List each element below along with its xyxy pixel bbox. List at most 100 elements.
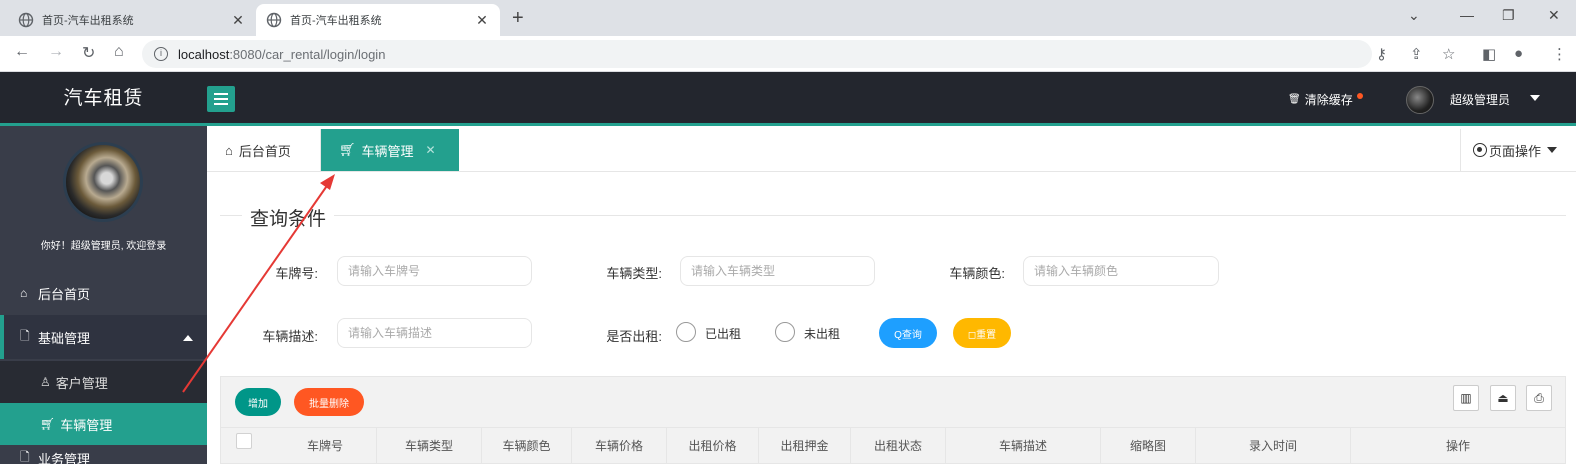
description-input[interactable]: 请输入车辆描述 — [337, 318, 532, 348]
home-icon[interactable]: ⌂ — [114, 43, 124, 61]
home-icon: ⌂ — [20, 286, 28, 300]
column-header[interactable]: 车辆描述 — [946, 428, 1101, 464]
column-header[interactable]: 出租价格 — [667, 428, 759, 464]
column-header[interactable]: 缩略图 — [1101, 428, 1196, 464]
app-header: 汽车租赁 🗑 清除缓存 超级管理员 — [0, 72, 1576, 126]
clear-cache-label: 清除缓存 — [1304, 93, 1353, 107]
type-input[interactable]: 请输入车辆类型 — [680, 256, 875, 286]
column-header[interactable]: 出租状态 — [851, 428, 946, 464]
close-icon[interactable]: ✕ — [474, 12, 490, 29]
caret-up-icon — [183, 335, 193, 341]
tab-vehicle-management[interactable]: 🛒︎ 车辆管理 ✕ — [321, 129, 459, 171]
cart-icon: 🛒︎ — [40, 417, 56, 431]
caret-down-icon[interactable] — [1530, 95, 1540, 101]
add-button[interactable]: 增加 — [235, 388, 281, 416]
column-header[interactable]: 录入时间 — [1196, 428, 1351, 464]
select-all-checkbox[interactable] — [236, 433, 252, 449]
rented-no-radio[interactable] — [775, 322, 795, 342]
sidebar-toggle-icon[interactable] — [207, 86, 235, 112]
column-header[interactable]: 出租押金 — [759, 428, 851, 464]
sidebar-item-basic-management[interactable]: 🗋 基础管理 — [0, 315, 207, 359]
cart-icon: 🛒︎ — [339, 142, 356, 157]
new-tab-icon[interactable]: + — [512, 7, 524, 30]
address-bar: ← → ↻ ⌂ i localhost:8080/car_rental/logi… — [0, 36, 1576, 72]
welcome-text: 你好！超级管理员, 欢迎登录 — [40, 241, 167, 252]
sidebar-item-customer[interactable]: ♙ 客户管理 — [0, 361, 207, 403]
column-header[interactable]: 车辆价格 — [572, 428, 667, 464]
avatar[interactable] — [1406, 86, 1434, 114]
rented-yes-radio[interactable] — [676, 322, 696, 342]
url-field[interactable]: i localhost:8080/car_rental/login/login — [142, 40, 1372, 68]
color-input[interactable]: 请输入车辆颜色 — [1023, 256, 1219, 286]
plate-input[interactable]: 请输入车牌号 — [337, 256, 532, 286]
back-icon[interactable]: ← — [14, 43, 30, 61]
key-icon[interactable]: ⚷ — [1376, 45, 1387, 63]
rented-no-label[interactable]: 未出租 — [804, 325, 840, 342]
minimize-icon[interactable]: — — [1460, 7, 1474, 23]
reload-icon[interactable]: ↻ — [82, 43, 95, 63]
column-header[interactable]: 车辆类型 — [377, 428, 482, 464]
export-icon[interactable]: ⏏ — [1490, 385, 1516, 411]
globe-icon — [18, 12, 34, 28]
column-header[interactable]: 车牌号 — [274, 428, 377, 464]
bookmark-star-icon[interactable]: ☆ — [1442, 45, 1455, 63]
sidebar: 你好！超级管理员, 欢迎登录 ⌂ 后台首页 🗋 基础管理 ♙ 客户管理 🛒︎ 车… — [0, 126, 207, 467]
table-header: 车牌号 车辆类型 车辆颜色 车辆价格 出租价格 出租押金 出租状态 车辆描述 缩… — [220, 428, 1566, 464]
profile-icon[interactable]: ● — [1514, 45, 1523, 62]
app-logo: 汽车租赁 — [63, 88, 144, 109]
browser-tab[interactable]: 首页-汽车出租系统 ✕ — [8, 4, 256, 36]
page-operations-label: 页面操作 — [1489, 143, 1542, 159]
sidebar-item-business[interactable]: 🗋 业务管理 — [0, 446, 207, 470]
user-icon: ♙ — [40, 375, 51, 389]
plate-label: 车牌号: — [275, 266, 318, 281]
sidebar-item-label: 客户管理 — [55, 375, 108, 391]
browser-tabstrip: 首页-汽车出租系统 ✕ 首页-汽车出租系统 ✕ + ⌄ — ❐ ✕ — [0, 0, 1576, 36]
menu-icon[interactable]: ⋮ — [1552, 45, 1567, 63]
rented-yes-label[interactable]: 已出租 — [705, 325, 741, 342]
document-icon: 🗋 — [20, 328, 30, 343]
globe-icon — [266, 12, 282, 28]
target-icon — [1473, 143, 1487, 157]
print-icon[interactable]: ⎙ — [1526, 385, 1552, 411]
tab-home[interactable]: ⌂ 后台首页 — [207, 129, 321, 171]
sidebar-item-label: 业务管理 — [38, 451, 91, 467]
tab-label: 车辆管理 — [361, 143, 414, 159]
tab-search-icon[interactable]: ⌄ — [1408, 7, 1420, 24]
notification-dot — [1356, 92, 1363, 99]
user-avatar — [63, 142, 143, 222]
page-operations-menu[interactable]: 页面操作 — [1460, 129, 1576, 171]
share-icon[interactable]: ⇪ — [1410, 45, 1423, 63]
sidebar-item-home[interactable]: ⌂ 后台首页 — [0, 271, 207, 315]
browser-tab-active[interactable]: 首页-汽车出租系统 ✕ — [256, 4, 500, 36]
url-path: :8080/car_rental/login/login — [229, 46, 386, 62]
column-header[interactable]: 操作 — [1351, 428, 1565, 464]
close-icon[interactable]: ✕ — [426, 143, 436, 157]
sidepanel-icon[interactable]: ◧ — [1482, 45, 1496, 63]
type-label: 车辆类型: — [606, 266, 662, 281]
columns-filter-icon[interactable]: ▥ — [1453, 385, 1479, 411]
user-menu[interactable]: 超级管理员 — [1450, 91, 1510, 108]
home-icon: ⌂ — [225, 142, 233, 158]
caret-down-icon — [1547, 147, 1558, 153]
restore-icon[interactable]: ❐ — [1502, 7, 1515, 24]
batch-delete-button[interactable]: 批量删除 — [294, 388, 364, 416]
sidebar-item-label: 后台首页 — [38, 286, 91, 302]
document-icon: 🗋 — [20, 449, 30, 464]
sidebar-item-vehicle[interactable]: 🛒︎ 车辆管理 — [0, 403, 207, 445]
window-close-icon[interactable]: ✕ — [1548, 7, 1560, 24]
clear-cache-button[interactable]: 🗑 清除缓存 — [1288, 91, 1363, 108]
browser-tab-title: 首页-汽车出租系统 — [290, 15, 382, 27]
url-host: localhost — [178, 46, 230, 62]
content-tab-bar: ⌂ 后台首页 🛒︎ 车辆管理 ✕ 页面操作 — [207, 129, 1576, 172]
table-toolbar — [220, 376, 1566, 428]
trash-icon: 🗑 — [1288, 94, 1301, 105]
sidebar-item-label: 基础管理 — [38, 330, 91, 346]
reset-button[interactable]: ◻重置 — [953, 318, 1011, 348]
column-header[interactable]: 车辆颜色 — [482, 428, 572, 464]
tab-label: 后台首页 — [238, 143, 291, 159]
info-icon[interactable]: i — [154, 47, 168, 61]
search-button[interactable]: Q查询 — [879, 318, 937, 348]
color-label: 车辆颜色: — [949, 266, 1005, 281]
forward-icon[interactable]: → — [48, 43, 64, 61]
close-icon[interactable]: ✕ — [230, 12, 246, 29]
